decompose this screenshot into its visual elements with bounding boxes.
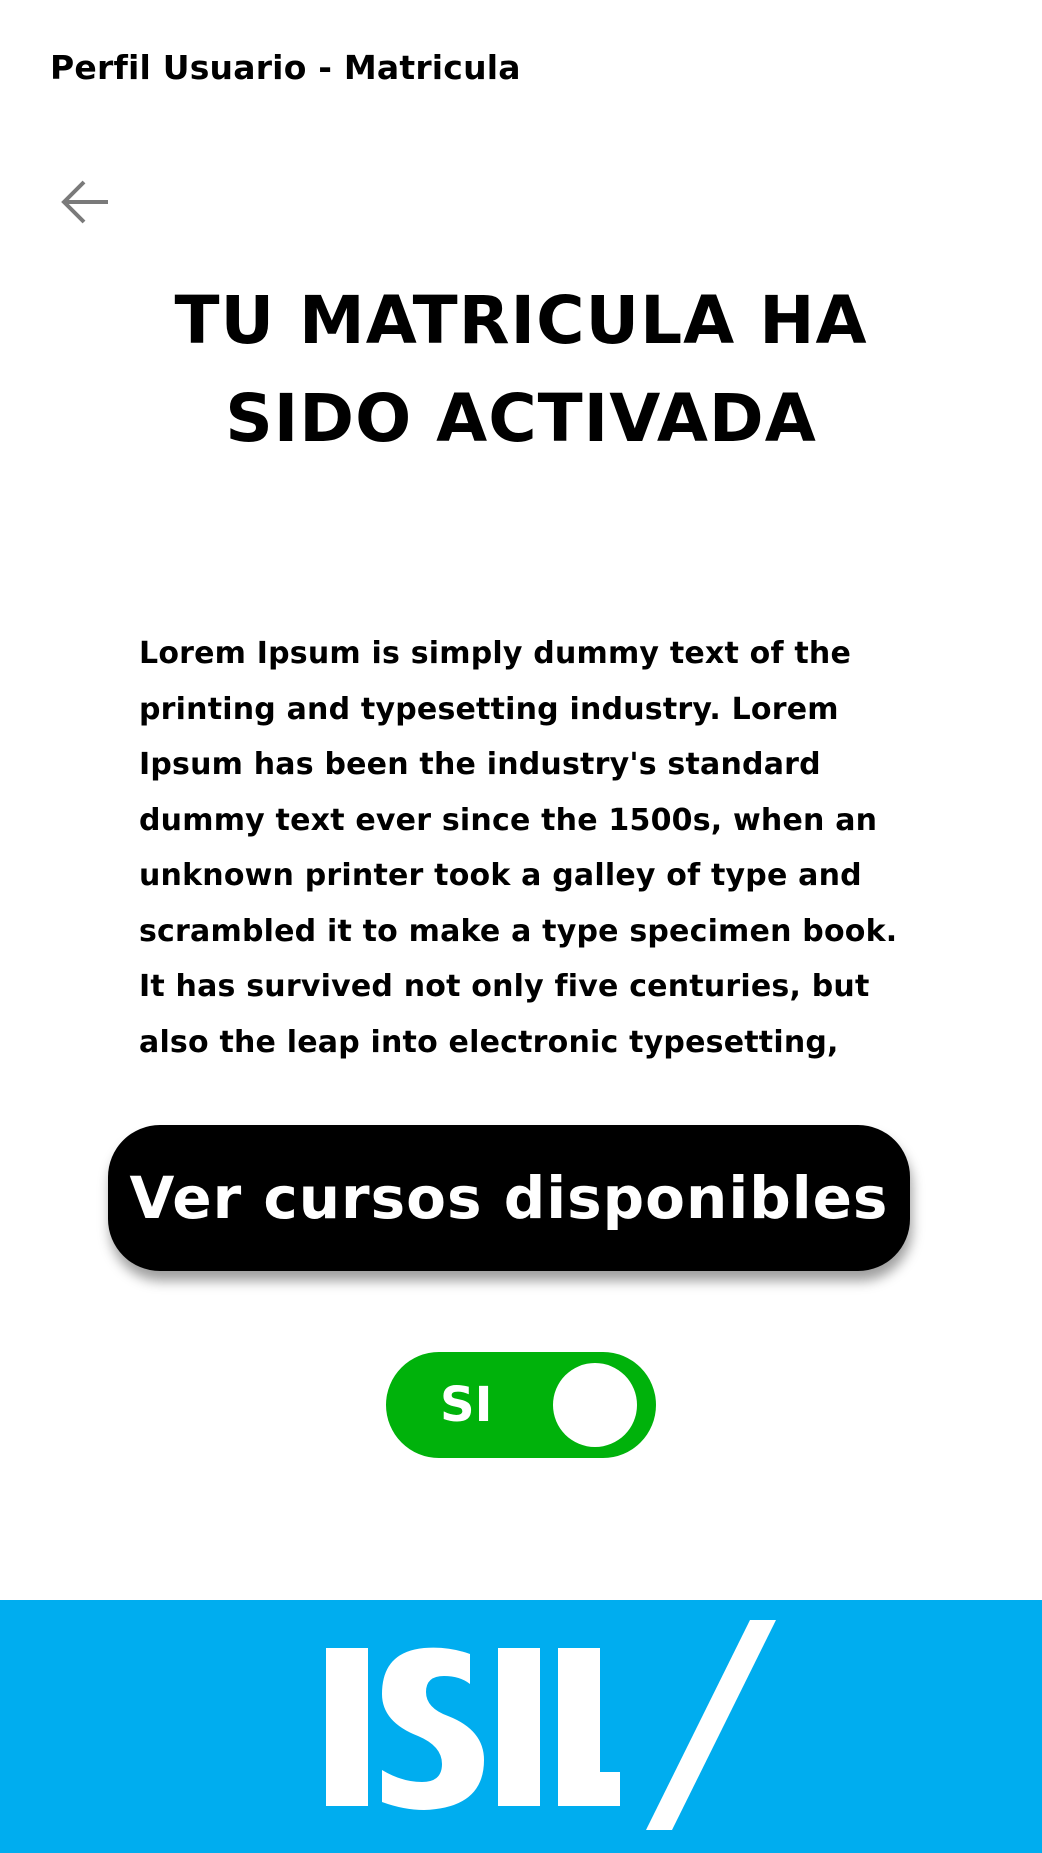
toggle-knob [553, 1363, 637, 1447]
enrollment-toggle[interactable]: SI [386, 1352, 656, 1458]
page-title: Perfil Usuario - Matricula [50, 48, 521, 87]
view-courses-button[interactable]: Ver cursos disponibles [108, 1125, 910, 1271]
description-line: Lorem Ipsum is simply dummy text of the [139, 636, 851, 671]
activation-heading: TU MATRICULA HA SIDO ACTIVADA [0, 272, 1042, 468]
arrow-left-icon [61, 180, 108, 224]
heading-line: TU MATRICULA HA [174, 282, 868, 359]
heading-line: SIDO ACTIVADA [225, 380, 817, 457]
description-line: dummy text ever since the 1500s, when an [139, 802, 878, 838]
description-line: scrambled it to make a type specimen boo… [139, 913, 898, 949]
description-line: unknown printer took a galley of type an… [139, 858, 862, 893]
description-line: printing and typesetting industry. Lorem [139, 691, 839, 727]
description-line: also the leap into electronic typesettin… [139, 1024, 839, 1060]
back-button[interactable] [56, 172, 116, 232]
description-line: It has survived not only five centuries,… [139, 969, 870, 1004]
description-text: Lorem Ipsum is simply dummy text of the … [139, 626, 909, 1070]
isil-logo [326, 1620, 776, 1830]
toggle-label: SI [440, 1377, 493, 1433]
footer-banner [0, 1600, 1042, 1853]
description-line: Ipsum has been the industry's standard [139, 747, 821, 782]
